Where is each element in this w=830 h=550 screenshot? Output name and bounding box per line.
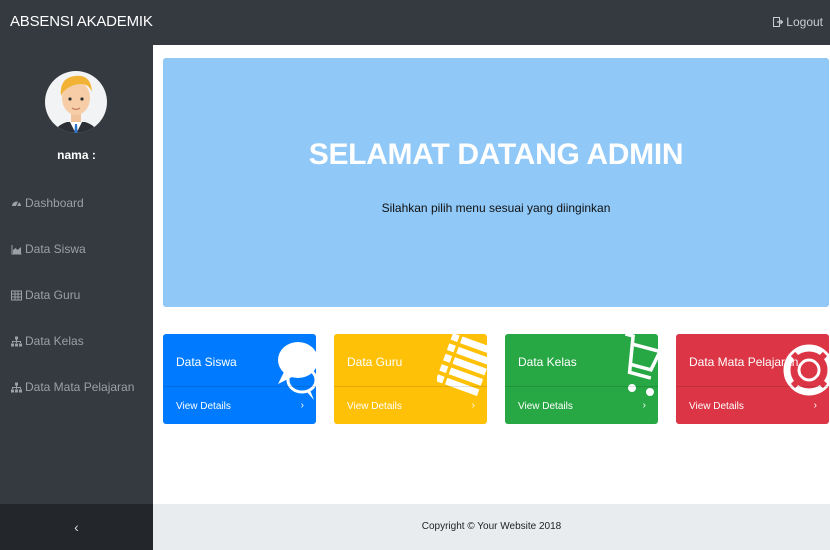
- user-avatar: [45, 71, 107, 133]
- welcome-title: SELAMAT DATANG ADMIN: [308, 138, 684, 171]
- navbar: ABSENSI AKADEMIK Logout: [0, 0, 830, 45]
- sitemap-icon: [11, 336, 22, 346]
- view-details-link[interactable]: View Details: [689, 401, 744, 412]
- chevron-right-icon: ›: [642, 400, 646, 411]
- card-data-kelas[interactable]: Data Kelas View Details ›: [505, 334, 658, 424]
- sidebar-item-label: Data Siswa: [25, 242, 86, 256]
- view-details-link[interactable]: View Details: [347, 401, 402, 412]
- sidebar-item-label: Dashboard: [25, 196, 84, 210]
- card-data-guru[interactable]: Data Guru View Details ›: [334, 334, 487, 424]
- welcome-subtitle: Silahkan pilih menu sesuai yang diingink…: [381, 201, 611, 215]
- sidebar-item-dashboard[interactable]: Dashboard: [11, 196, 84, 210]
- sidebar-item-data-siswa[interactable]: Data Siswa: [11, 242, 86, 256]
- card-data-mata-pelajaran[interactable]: Data Mata Pelajaran View Details ›: [676, 334, 829, 424]
- card-title: Data Mata Pelajaran: [689, 355, 799, 369]
- chevron-left-icon: ‹: [74, 519, 79, 535]
- list-icon: [437, 334, 487, 397]
- copyright-text: Copyright © Your Website 2018: [421, 521, 562, 532]
- area-chart-icon: [11, 244, 22, 254]
- card-title: Data Guru: [347, 355, 403, 369]
- card-divider: [163, 386, 316, 387]
- welcome-jumbotron: SELAMAT DATANG ADMIN Silahkan pilih menu…: [163, 58, 829, 307]
- table-icon: [11, 290, 22, 300]
- user-name-label: nama :: [57, 148, 96, 162]
- comments-icon: [278, 342, 316, 400]
- card-title: Data Kelas: [518, 355, 577, 369]
- view-details-link[interactable]: View Details: [176, 401, 231, 412]
- life-ring-icon: [783, 344, 829, 396]
- sidebar-item-label: Data Mata Pelajaran: [25, 380, 135, 394]
- sidebar: nama : Dashboard Data Siswa Data Guru Da…: [0, 45, 153, 504]
- brand-title[interactable]: ABSENSI AKADEMIK: [10, 13, 153, 30]
- chevron-right-icon: ›: [471, 400, 475, 411]
- sidebar-item-label: Data Kelas: [25, 334, 84, 348]
- chevron-right-icon: ›: [813, 400, 817, 411]
- sitemap-icon: [11, 382, 22, 392]
- card-title: Data Siswa: [176, 355, 237, 369]
- footer: Copyright © Your Website 2018: [153, 504, 830, 550]
- logout-link[interactable]: Logout: [773, 15, 823, 29]
- sidebar-item-data-guru[interactable]: Data Guru: [11, 288, 80, 302]
- chevron-right-icon: ›: [300, 400, 304, 411]
- sidebar-toggle-button[interactable]: ‹: [0, 504, 153, 550]
- sign-out-icon: [773, 17, 784, 27]
- logout-label: Logout: [786, 15, 823, 29]
- card-data-siswa[interactable]: Data Siswa View Details ›: [163, 334, 316, 424]
- dashboard-icon: [12, 201, 21, 206]
- card-divider: [334, 386, 487, 387]
- card-divider: [676, 386, 829, 387]
- sidebar-item-label: Data Guru: [25, 288, 81, 302]
- card-divider: [505, 386, 658, 387]
- sidebar-item-data-kelas[interactable]: Data Kelas: [11, 334, 84, 348]
- sidebar-item-data-mata-pelajaran[interactable]: Data Mata Pelajaran: [11, 380, 134, 394]
- view-details-link[interactable]: View Details: [518, 401, 573, 412]
